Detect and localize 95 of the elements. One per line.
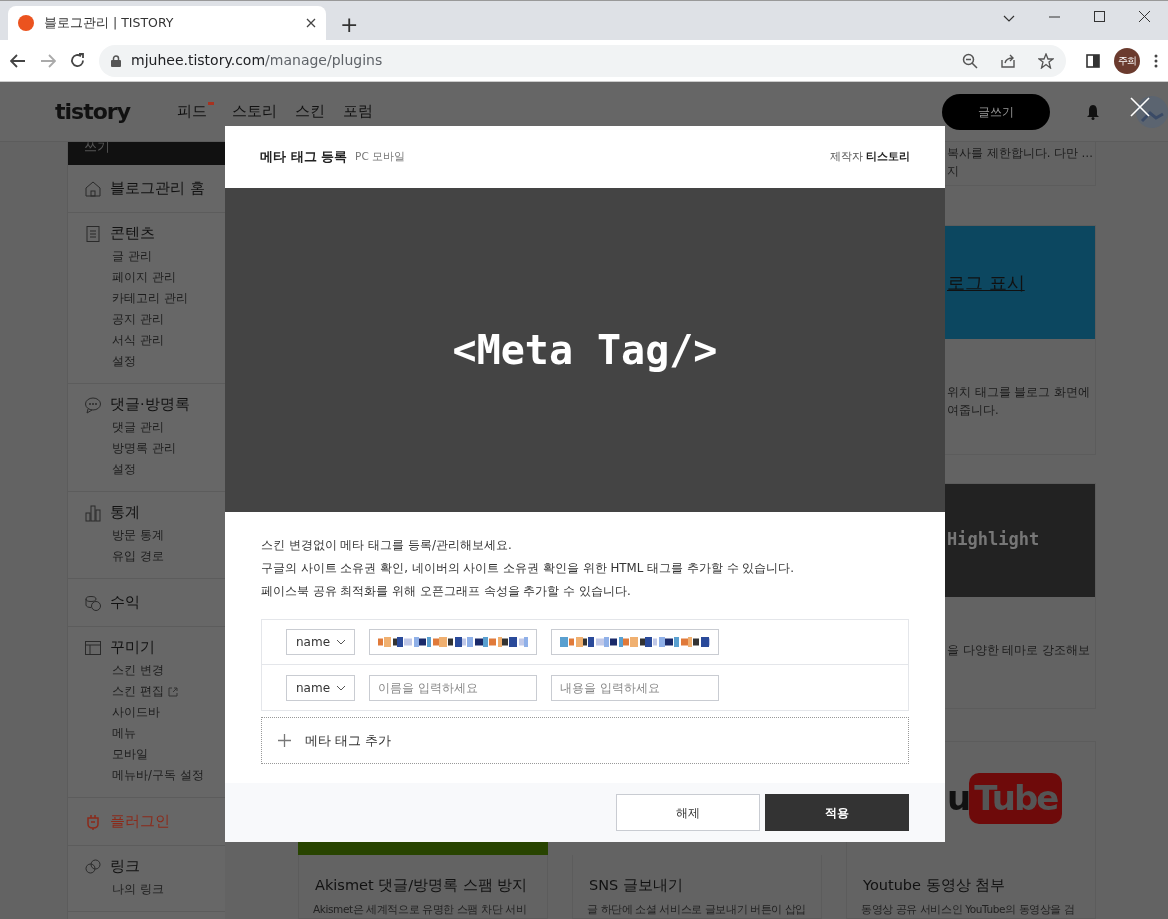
coins-icon	[84, 594, 102, 612]
sidebar-link[interactable]: 카테고리 관리	[112, 288, 188, 309]
document-icon	[84, 225, 102, 243]
sidebar-link[interactable]: 메뉴바/구독 설정	[112, 765, 204, 786]
speech-bubble-icon	[84, 396, 102, 414]
side-panel-icon[interactable]	[1086, 53, 1100, 68]
card-description: 위치 태그를 블로그 화면에	[947, 384, 1090, 399]
url-text: mjuhee.tistory.com/manage/plugins	[131, 51, 383, 70]
select-dropdown[interactable]: name	[286, 629, 355, 655]
release-button[interactable]: 해제	[616, 794, 760, 831]
card-description: 지	[947, 164, 959, 178]
card-description: 복사를 제한합니다. 다만 …	[947, 146, 1094, 160]
profile-avatar[interactable]: 주희	[1114, 47, 1140, 74]
add-meta-tag-button[interactable]: 메타 태그 추가	[261, 717, 909, 764]
sidebar-link[interactable]: 설정	[112, 351, 136, 372]
modal-title: 메타 태그 등록	[260, 148, 348, 167]
card-description: 여줍니다.	[947, 402, 999, 417]
sidebar-link[interactable]: 스킨 편집	[112, 681, 164, 702]
nav-link[interactable]: 스토리	[232, 100, 277, 123]
card-title[interactable]: SNS 글보내기	[573, 854, 821, 903]
banner-title: Highlight	[947, 528, 1040, 552]
plus-icon	[278, 734, 291, 747]
share-icon[interactable]	[1000, 52, 1016, 69]
maximize-icon[interactable]	[1094, 11, 1105, 22]
card-description: 을 다양한 테마로 강조해보	[947, 642, 1090, 657]
sidebar-item[interactable]: 콘텐츠	[110, 223, 155, 245]
new-badge-icon	[208, 101, 214, 105]
write-button[interactable]: 글쓰기	[942, 93, 1050, 130]
more-icon[interactable]	[1154, 53, 1158, 68]
platform-label: PC 모바일	[355, 149, 406, 165]
plug-icon	[84, 813, 102, 831]
sidebar-link[interactable]: 공지 관리	[112, 309, 164, 330]
nav-link[interactable]: 스킨	[295, 100, 325, 123]
sidebar-link[interactable]: 방명록 관리	[112, 438, 176, 459]
card-description: Akismet은 세계적으로 유명한 스팸 차단 서비	[312, 902, 528, 918]
new-tab-button[interactable]: +	[340, 14, 359, 36]
input-field[interactable]: 이름을 입력하세요	[369, 674, 537, 701]
avatar-icon[interactable]	[1136, 95, 1168, 128]
card-description: 글 하단에 소셜 서비스로 글보내기 버튼이 삽입	[586, 902, 808, 918]
chevron-down-icon	[336, 639, 346, 645]
banner-title: <Meta Tag/>	[452, 326, 718, 375]
sidebar-link[interactable]: 글 관리	[112, 246, 152, 267]
apply-button[interactable]: 적용	[765, 794, 909, 831]
bar-chart-icon	[84, 504, 102, 522]
description-text: 페이스북 공유 최적화를 위해 오픈그래프 속성을 추가할 수 있습니다.	[261, 583, 632, 600]
tab-title: 블로그관리 | TISTORY	[44, 13, 175, 32]
sidebar-item[interactable]: 꾸미기	[110, 637, 155, 659]
close-icon[interactable]	[1139, 11, 1150, 22]
sidebar-link[interactable]: 방문 통계	[112, 525, 164, 546]
sidebar-link[interactable]: 스킨 변경	[112, 660, 164, 681]
sidebar-link[interactable]: 나의 링크	[112, 879, 164, 900]
chevron-down-icon[interactable]	[1003, 15, 1015, 23]
sidebar-item[interactable]: 블로그관리 홈	[110, 178, 205, 200]
chevron-down-icon	[336, 684, 346, 691]
logo[interactable]: tistory	[55, 95, 177, 128]
maker-text: 제작자 티스토리	[829, 148, 910, 165]
layout-icon	[84, 639, 102, 657]
lock-icon	[111, 54, 121, 67]
sidebar-link[interactable]: 유입 경로	[112, 546, 164, 567]
link-icon	[84, 858, 102, 876]
input-field[interactable]	[551, 629, 719, 655]
video-logo: uTube	[947, 772, 1063, 824]
sidebar-link[interactable]: 모바일	[112, 744, 148, 765]
sidebar-item[interactable]: 수익	[110, 592, 140, 614]
nav-link[interactable]: 포럼	[343, 100, 373, 123]
select-dropdown[interactable]: name	[286, 674, 355, 701]
star-icon[interactable]	[1038, 52, 1054, 69]
sidebar-item[interactable]: 댓글·방명록	[110, 394, 190, 416]
input-field[interactable]	[369, 629, 537, 655]
close-icon[interactable]	[306, 18, 316, 28]
sidebar-item[interactable]: 링크	[110, 856, 140, 878]
banner-link[interactable]: 로그 표시	[947, 268, 1025, 296]
card-title[interactable]: Akismet 댓글/방명록 스팸 방지	[299, 854, 547, 903]
zoom-out-icon[interactable]	[962, 52, 978, 69]
description-text: 스킨 변경없이 메타 태그를 등록/관리해보세요.	[261, 537, 513, 554]
input-field[interactable]: 내용을 입력하세요	[551, 674, 719, 701]
bell-icon[interactable]	[1086, 103, 1100, 120]
home-icon	[84, 180, 102, 198]
card-title[interactable]: Youtube 동영상 첨부	[847, 854, 1095, 903]
sidebar-link[interactable]: 사이드바	[112, 702, 160, 723]
browser-tab[interactable]: 블로그관리 | TISTORY	[8, 6, 326, 40]
sidebar-link[interactable]: 설정	[112, 459, 136, 480]
write-button[interactable]: 쓰기	[68, 142, 225, 165]
sidebar-link[interactable]: 댓글 관리	[112, 417, 164, 438]
description-text: 구글의 사이트 소유권 확인, 네이버의 사이트 소유권 확인을 위한 HTML 태그를 추가할 수 있습니다.	[261, 560, 796, 577]
sidebar-item[interactable]: 통계	[110, 502, 140, 524]
nav-link[interactable]: 피드	[177, 100, 214, 123]
sidebar-link[interactable]: 메뉴	[112, 723, 136, 744]
sidebar-link[interactable]: 페이지 관리	[112, 267, 176, 288]
favicon-icon	[18, 15, 34, 31]
sidebar-link[interactable]: 서식 관리	[112, 330, 164, 351]
address-bar[interactable]: mjuhee.tistory.com/manage/plugins	[99, 44, 1066, 77]
reload-icon[interactable]	[70, 53, 85, 68]
external-link-icon	[167, 686, 178, 697]
back-icon[interactable]	[10, 53, 26, 68]
